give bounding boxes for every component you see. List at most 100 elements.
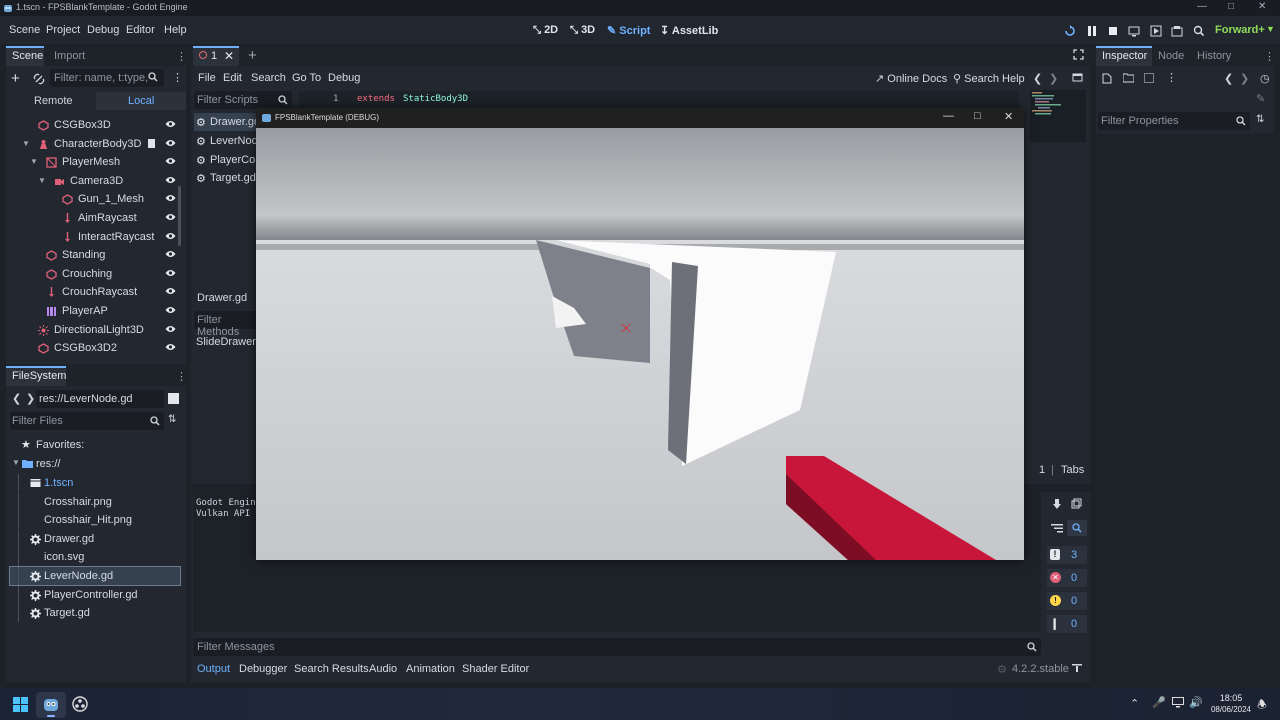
local-toggle[interactable]: Local — [96, 92, 186, 110]
visibility-eye-icon[interactable] — [165, 232, 176, 240]
script-list-item[interactable]: ⚙ Drawer.gd — [194, 113, 256, 131]
tab-filesystem[interactable]: FileSystem — [12, 370, 66, 382]
network-icon[interactable] — [1172, 697, 1184, 708]
search-help-button[interactable]: ⚲ Search Help — [953, 72, 1025, 85]
visibility-eye-icon[interactable] — [165, 343, 176, 351]
scene-node[interactable]: PlayerAP — [6, 302, 184, 320]
open-resource-icon[interactable] — [1123, 73, 1134, 83]
prev-script-icon[interactable]: ❮ — [1033, 72, 1042, 85]
new-resource-icon[interactable] — [1102, 73, 1112, 84]
volume-icon[interactable]: 🔊 — [1189, 696, 1203, 709]
tray-overflow-icon[interactable]: ⌃ — [1130, 697, 1139, 710]
filter-properties-input[interactable]: Filter Properties — [1098, 112, 1250, 130]
errors-filter[interactable]: ✕ 0 — [1047, 569, 1087, 587]
menu-debug[interactable]: Debug — [87, 24, 119, 36]
file-item[interactable]: icon.svg — [10, 548, 180, 567]
instance-scene-icon[interactable] — [33, 73, 45, 85]
menu-project[interactable]: Project — [46, 24, 80, 36]
script-menu-search[interactable]: Search — [251, 72, 286, 84]
mode-2d-button[interactable]: ⤡ 2D — [533, 24, 558, 36]
script-menu-file[interactable]: File — [198, 72, 216, 84]
bottom-tab-output[interactable]: Output — [197, 663, 230, 675]
visibility-eye-icon[interactable] — [165, 269, 176, 277]
script-list-item[interactable]: ⚙ LeverNode — [194, 132, 256, 150]
menu-editor[interactable]: Editor — [126, 24, 155, 36]
microphone-icon[interactable]: 🎤 — [1152, 696, 1166, 709]
close-tab-icon[interactable]: ✕ — [224, 49, 234, 63]
menu-scene[interactable]: Scene — [9, 24, 40, 36]
object-properties-icon[interactable]: ✎ — [1256, 92, 1265, 105]
code-minimap[interactable] — [1030, 90, 1086, 142]
file-item[interactable]: LeverNode.gd — [9, 566, 181, 586]
copy-output-icon[interactable] — [1071, 498, 1082, 509]
script-list-item[interactable]: ⚙ Target.gd — [194, 169, 256, 187]
visibility-eye-icon[interactable] — [165, 306, 176, 314]
collapse-icon[interactable] — [1051, 523, 1063, 533]
filesystem-menu-icon[interactable]: ⋮ — [176, 370, 187, 383]
add-tab-icon[interactable]: + — [248, 47, 257, 64]
visibility-eye-icon[interactable] — [165, 194, 176, 202]
renderer-chevron-icon[interactable]: ▼ — [1266, 24, 1275, 34]
dock-menu-icon[interactable]: ⋮ — [176, 50, 187, 63]
warnings-filter[interactable]: ! 0 — [1047, 592, 1087, 610]
visibility-eye-icon[interactable] — [165, 213, 176, 221]
fullscreen-icon[interactable] — [1073, 49, 1084, 60]
inspector-menu-icon[interactable]: ⋮ — [1264, 50, 1275, 63]
search-toggle[interactable] — [1067, 520, 1087, 536]
clock-date[interactable]: 08/06/2024 — [1208, 705, 1254, 714]
resource-options-icon[interactable]: ⋮ — [1166, 71, 1177, 84]
scene-node[interactable]: CSGBox3D — [6, 116, 184, 134]
clock-time[interactable]: 18:05 — [1210, 693, 1252, 703]
godot-taskbar-button[interactable] — [36, 692, 66, 718]
scene-node[interactable]: AimRaycast — [6, 209, 184, 227]
file-item[interactable]: 1.tscn — [10, 474, 180, 492]
toggle-panel-icon[interactable] — [1072, 72, 1083, 83]
bottom-tab-shader-editor[interactable]: Shader Editor — [462, 663, 529, 675]
scene-node[interactable]: Gun_1_Mesh — [6, 190, 184, 208]
scene-node[interactable]: DirectionalLight3D — [6, 321, 184, 339]
tab-scene[interactable]: Scene — [12, 50, 43, 62]
mode-script-button[interactable]: ✎ Script — [607, 24, 650, 37]
remote-deploy-icon[interactable] — [1128, 25, 1140, 37]
inspector-back-icon[interactable]: ❮ — [1224, 72, 1233, 85]
bottom-tab-audio[interactable]: Audio — [369, 663, 397, 675]
pin-panel-icon[interactable] — [1072, 663, 1082, 673]
visibility-eye-icon[interactable] — [165, 287, 176, 295]
obs-app-icon[interactable] — [72, 696, 88, 712]
scene-node[interactable]: CSGBox3D2 — [6, 339, 184, 357]
filter-messages-input[interactable]: Filter Messages — [193, 638, 1041, 656]
tab-history[interactable]: History — [1197, 50, 1231, 62]
messages-filter[interactable]: ! 3 — [1047, 546, 1087, 564]
next-script-icon[interactable]: ❯ — [1049, 72, 1058, 85]
scene-node[interactable]: ▼ Camera3D — [6, 172, 184, 190]
filter-scripts-input[interactable]: Filter Scripts — [194, 91, 292, 109]
renderer-selector[interactable]: Forward+ — [1215, 24, 1265, 36]
run-current-scene-icon[interactable] — [1150, 25, 1162, 37]
bottom-tab-debugger[interactable]: Debugger — [239, 663, 287, 675]
scene-node[interactable]: ▼ CharacterBody3D — [6, 135, 184, 153]
scene-node[interactable]: Standing — [6, 246, 184, 264]
remote-toggle[interactable]: Remote — [6, 92, 96, 110]
script-menu-goto[interactable]: Go To — [292, 72, 321, 84]
sort-icon[interactable]: ⇅ — [168, 414, 176, 425]
history-icon[interactable]: ◷ — [1260, 72, 1270, 85]
script-attached-icon[interactable] — [147, 138, 156, 149]
script-list-item[interactable]: ⚙ PlayerCon — [194, 151, 256, 169]
file-item[interactable]: Crosshair.png — [10, 492, 180, 511]
file-item[interactable]: Target.gd — [10, 604, 180, 623]
scene-node[interactable]: ▼ PlayerMesh — [6, 153, 184, 171]
filter-files-input[interactable]: Filter Files — [10, 412, 164, 430]
indent-mode[interactable]: Tabs — [1061, 464, 1084, 476]
minimize-icon[interactable]: — — [1197, 1, 1207, 12]
visibility-eye-icon[interactable] — [165, 325, 176, 333]
visibility-eye-icon[interactable] — [165, 157, 176, 165]
maximize-icon[interactable]: □ — [1228, 1, 1234, 12]
tab-node[interactable]: Node — [1158, 50, 1184, 62]
forward-icon[interactable]: ❯ — [26, 392, 35, 405]
notification-bell-icon[interactable]: 🕭 — [1257, 696, 1267, 715]
add-node-icon[interactable]: + — [11, 70, 20, 87]
favorites-row[interactable]: ★ Favorites: — [16, 436, 176, 454]
filesystem-path-input[interactable]: res://LeverNode.gd — [36, 390, 164, 408]
inspector-forward-icon[interactable]: ❯ — [1240, 72, 1249, 85]
split-mode-icon[interactable] — [168, 393, 179, 404]
